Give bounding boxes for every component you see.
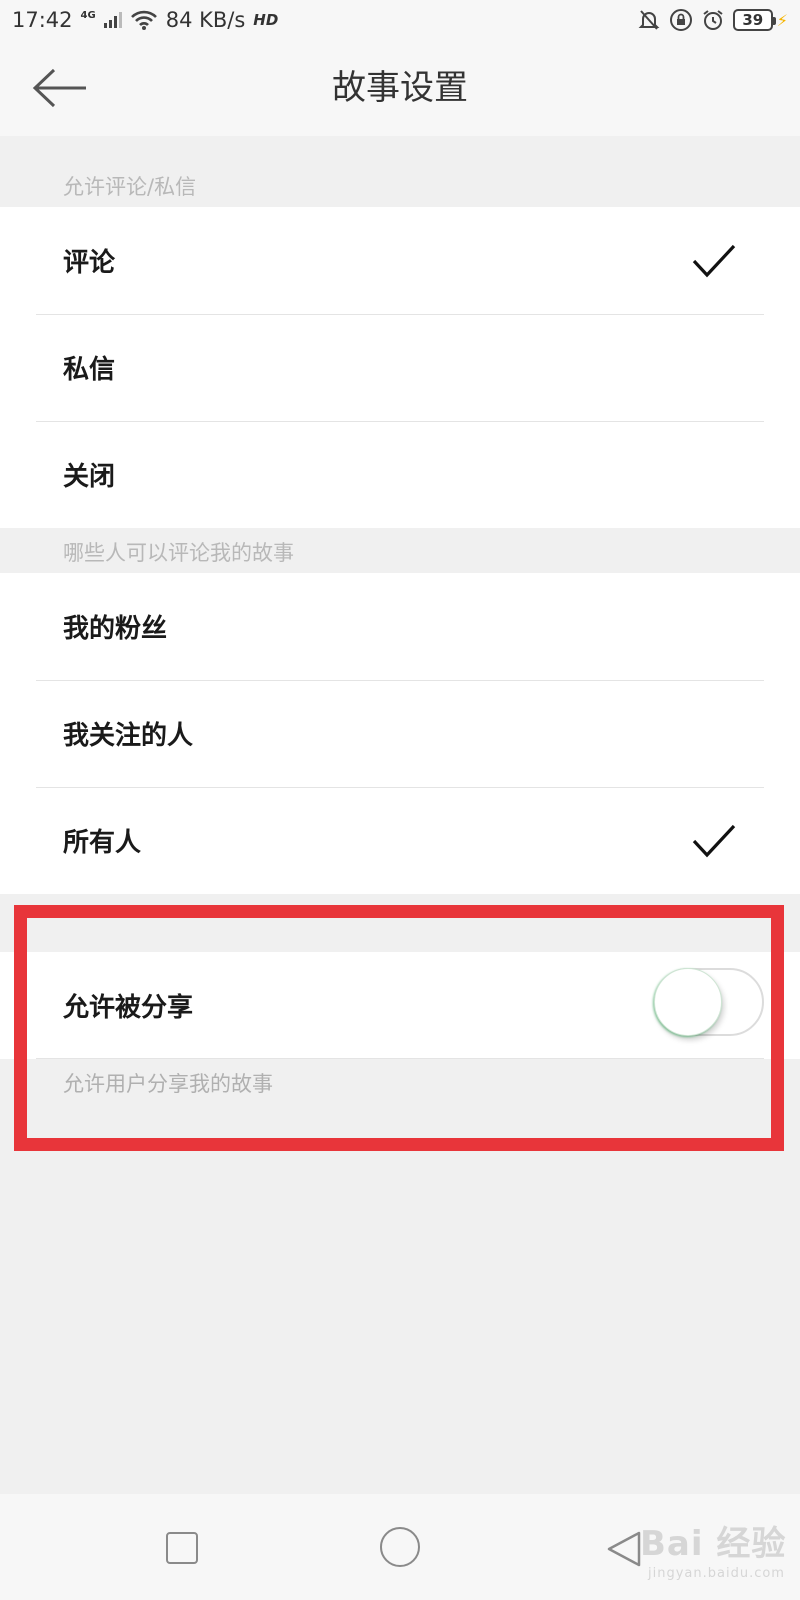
option-people-i-follow[interactable]: 我关注的人 — [0, 680, 800, 787]
allow-share-toggle[interactable] — [654, 968, 764, 1036]
header: 故事设置 — [0, 40, 800, 136]
option-label: 私信 — [63, 355, 116, 385]
checkmark-icon — [692, 244, 736, 277]
watermark: Bai 经验 — [640, 1524, 787, 1564]
arrow-left-icon — [32, 68, 86, 108]
option-label: 我关注的人 — [63, 721, 194, 751]
option-off[interactable]: 关闭 — [0, 421, 800, 528]
signal-icon — [103, 12, 122, 28]
wifi-icon — [130, 10, 157, 30]
charging-icon: ⚡ — [776, 10, 788, 30]
option-comment[interactable]: 评论 — [0, 207, 800, 314]
back-triangle-icon[interactable] — [606, 1530, 642, 1568]
audience-options: 我的粉丝 我关注的人 所有人 — [0, 573, 800, 894]
status-time: 17:42 — [12, 8, 73, 32]
allow-share-label: 允许被分享 — [63, 993, 194, 1023]
alarm-icon — [703, 10, 723, 30]
mute-icon — [638, 10, 660, 30]
option-my-fans[interactable]: 我的粉丝 — [0, 573, 800, 680]
option-label: 评论 — [63, 248, 116, 278]
status-bar: 17:42 4G 84 KB/s HD 39 ⚡ — [0, 0, 800, 40]
comment-options: 评论 私信 关闭 — [0, 207, 800, 528]
recent-apps-icon[interactable] — [166, 1532, 198, 1564]
status-right: 39 ⚡ — [637, 8, 788, 32]
battery-icon: 39 — [732, 9, 776, 31]
watermark-url: jingyan.baidu.com — [648, 1566, 785, 1581]
section-label-comments: 允许评论/私信 — [63, 175, 197, 199]
home-icon[interactable] — [380, 1527, 420, 1567]
allow-share-row: 允许被分享 — [0, 952, 800, 1059]
option-everyone[interactable]: 所有人 — [0, 787, 800, 894]
nav-bar: Bai 经验 jingyan.baidu.com — [0, 1494, 800, 1600]
back-button[interactable] — [28, 60, 92, 116]
option-label: 我的粉丝 — [63, 614, 168, 644]
status-left: 17:42 4G 84 KB/s HD — [12, 8, 278, 32]
hd-icon: HD — [253, 11, 279, 29]
option-private-message[interactable]: 私信 — [0, 314, 800, 421]
toggle-knob — [654, 968, 722, 1036]
network-speed: 84 KB/s — [165, 8, 246, 32]
section-label-audience: 哪些人可以评论我的故事 — [63, 541, 294, 565]
page-title: 故事设置 — [332, 68, 468, 108]
network-type: 4G — [80, 10, 96, 21]
allow-share-caption: 允许用户分享我的故事 — [63, 1072, 273, 1096]
battery-level: 39 — [742, 11, 764, 29]
option-label: 所有人 — [63, 828, 142, 858]
divider — [36, 1058, 764, 1059]
option-label: 关闭 — [63, 462, 116, 492]
checkmark-icon — [692, 824, 736, 857]
rotation-lock-icon — [669, 9, 692, 31]
